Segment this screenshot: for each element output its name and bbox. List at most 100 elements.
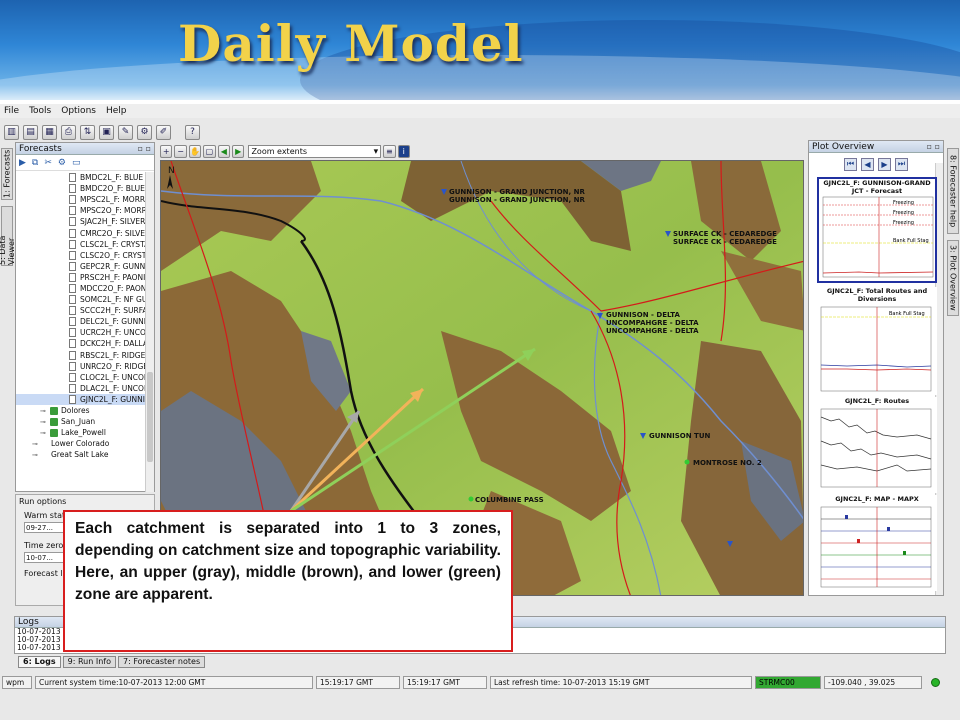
forward-icon[interactable]: ▶ — [232, 144, 245, 158]
prev-plot-button[interactable]: ◀ — [861, 157, 874, 171]
expand-icon[interactable]: ⊸ — [32, 451, 38, 459]
tree-item[interactable]: DLAC2L_F: UNCOM — [16, 383, 146, 394]
tab-data-viewer[interactable]: 5: Data Viewer — [0, 206, 16, 266]
tree-item[interactable]: DCKC2H_F: DALLAS — [16, 338, 146, 349]
checkbox-icon[interactable] — [50, 406, 58, 415]
tree-item[interactable]: UNRC2O_F: RIDGE — [16, 361, 146, 372]
tree-item[interactable]: BMDC2O_F: BLUE M — [16, 183, 146, 194]
menu-options[interactable]: Options — [61, 106, 96, 116]
cut-icon[interactable]: ✂ — [44, 158, 52, 168]
tab-forecasts[interactable]: 1: Forecasts — [1, 148, 13, 200]
grid-icon[interactable]: ▦ — [42, 124, 57, 140]
forecast-length-label: Forecast l — [24, 569, 63, 578]
tree-item[interactable]: UCRC2H_F: UNCOM — [16, 327, 146, 338]
document-icon — [69, 239, 76, 249]
zoom-in-icon[interactable]: + — [160, 144, 173, 158]
copy-icon[interactable]: ⧉ — [32, 158, 38, 168]
tree-item[interactable]: GJNC2L_F: GUNNIS — [16, 393, 146, 405]
plot-title: GJNC2L_F: MAP - MAPX — [835, 495, 919, 503]
tab-plot-overview[interactable]: 3: Plot Overview — [947, 240, 959, 316]
tree-item[interactable]: CMRC2O_F: SILVER — [16, 227, 146, 238]
tree-item[interactable]: RBSC2L_F: RIDGEW — [16, 350, 146, 361]
tree-group[interactable]: ⊸ Dolores — [16, 405, 146, 416]
info-icon[interactable]: i — [397, 144, 410, 158]
save-icon[interactable]: ▣ — [99, 124, 114, 140]
edit-icon[interactable]: ✐ — [156, 124, 171, 140]
tree-item[interactable]: CLSC2L_F: CRYSTAL — [16, 239, 146, 250]
plot-label: Freezing — [893, 220, 914, 226]
run-options-title: Run options — [19, 497, 67, 506]
checkbox-icon[interactable] — [50, 417, 58, 426]
tab-forecaster-notes[interactable]: 7: Forecaster notes — [118, 656, 206, 668]
paste-icon[interactable]: ▭ — [72, 158, 81, 168]
settings-icon[interactable]: ⚙ — [58, 158, 66, 168]
pan-icon[interactable]: ✋ — [188, 144, 202, 158]
tree-item[interactable]: GEPC2R_F: GUNNIS — [16, 261, 146, 272]
back-icon[interactable]: ◀ — [217, 144, 231, 158]
zoom-select[interactable]: Zoom extents — [248, 144, 382, 158]
station-marker[interactable] — [684, 459, 690, 465]
left-vertical-tabs: 1: Forecasts 5: Data Viewer — [0, 144, 16, 644]
tab-run-info[interactable]: 9: Run Info — [62, 656, 116, 668]
tab-forecaster-help[interactable]: 8: Forecaster help — [947, 148, 959, 234]
tree-group[interactable]: ⊸ Lower Colorado — [16, 438, 146, 449]
station-label: GUNNISON TUN — [649, 432, 710, 440]
settings-icon[interactable]: ⚙ — [137, 124, 152, 140]
tree-item-label: DELC2L_F: GUNNIS — [80, 317, 146, 327]
next-plot-button[interactable]: ▶ — [878, 157, 891, 171]
tree-item[interactable]: DELC2L_F: GUNNIS — [16, 316, 146, 327]
run-icon[interactable]: ▶ — [19, 158, 26, 168]
print-icon[interactable]: ⎙ — [61, 124, 76, 140]
logs-title: Logs — [18, 617, 39, 627]
plot-total-routes[interactable]: GJNC2L_F: Total Routes and Diversions Ba… — [817, 287, 937, 395]
tree-item[interactable]: MDCC2O_F: PAONI — [16, 283, 146, 294]
table-icon[interactable]: ▤ — [23, 124, 38, 140]
checkbox-icon[interactable] — [50, 428, 58, 437]
tree-scrollbar[interactable] — [145, 172, 154, 492]
expand-icon[interactable]: ⊸ — [40, 407, 46, 415]
chart-icon[interactable]: ▥ — [4, 124, 19, 140]
menu-file[interactable]: File — [4, 106, 19, 116]
expand-icon[interactable]: ⊸ — [40, 418, 46, 426]
tree-item[interactable]: MPSC2L_F: MORRO — [16, 194, 146, 205]
annotation-callout: Each catchment is separated into 1 to 3 … — [63, 510, 513, 652]
tree-item[interactable]: MPSC2O_F: MORRO — [16, 205, 146, 216]
expand-icon[interactable]: ⊸ — [32, 440, 38, 448]
plot-map-mapx[interactable]: GJNC2L_F: MAP - MAPX — [817, 495, 937, 591]
plot-forecast[interactable]: GJNC2L_F: GUNNISON-GRAND JCT - Forecast … — [817, 177, 937, 283]
transfer-icon[interactable]: ⇅ — [80, 124, 95, 140]
menu-tools[interactable]: Tools — [29, 106, 51, 116]
tree-group[interactable]: ⊸ Great Salt Lake — [16, 449, 146, 460]
tree-item-label: BMDC2O_F: BLUE M — [80, 184, 146, 194]
station-marker[interactable] — [468, 496, 474, 502]
tree-item-label: UCRC2H_F: UNCOM — [80, 328, 146, 338]
help-icon[interactable]: ? — [185, 124, 200, 140]
tree-group-label: Lower Colorado — [51, 439, 110, 449]
tab-logs[interactable]: 6: Logs — [18, 656, 61, 668]
tree-item[interactable]: CLOC2L_F: UNCOM — [16, 372, 146, 383]
tree-item[interactable]: BMDC2L_F: BLUE M — [16, 172, 146, 183]
north-label: N — [168, 166, 175, 176]
first-plot-button[interactable]: ⏮ — [844, 157, 857, 171]
tree-item[interactable]: SJAC2H_F: SILVER J — [16, 216, 146, 227]
layers-icon[interactable]: ≡ — [383, 144, 396, 158]
station-label: COLUMBINE PASS — [475, 496, 544, 504]
zoom-out-icon[interactable]: − — [174, 144, 187, 158]
panel-controls[interactable]: ▫ ▫ — [138, 143, 151, 155]
tree-item[interactable]: SOMC2L_F: NF GUN — [16, 294, 146, 305]
tree-item[interactable]: CLSC2O_F: CRYSTA — [16, 250, 146, 261]
panel-controls[interactable]: ▫ ▫ — [927, 141, 940, 153]
plot-routes[interactable]: GJNC2L_F: Routes — [817, 397, 937, 493]
tree-item[interactable]: SCCC2H_F: SURFAC — [16, 305, 146, 316]
tree-group[interactable]: ⊸ Lake_Powell — [16, 427, 146, 438]
tree-item-label: RBSC2L_F: RIDGEW — [80, 350, 146, 360]
tree-item[interactable]: PRSC2H_F: PAONIA — [16, 272, 146, 283]
last-plot-button[interactable]: ⏭ — [895, 157, 908, 171]
tree-group[interactable]: ⊸ San_Juan — [16, 416, 146, 427]
tool-icon[interactable]: ✎ — [118, 124, 133, 140]
station-label: GUNNISON - GRAND JUNCTION, NR — [449, 196, 585, 204]
menu-help[interactable]: Help — [106, 106, 127, 116]
callout-text: Each catchment is separated into 1 to 3 … — [75, 520, 501, 603]
select-icon[interactable]: ▢ — [203, 144, 216, 158]
expand-icon[interactable]: ⊸ — [40, 429, 46, 437]
